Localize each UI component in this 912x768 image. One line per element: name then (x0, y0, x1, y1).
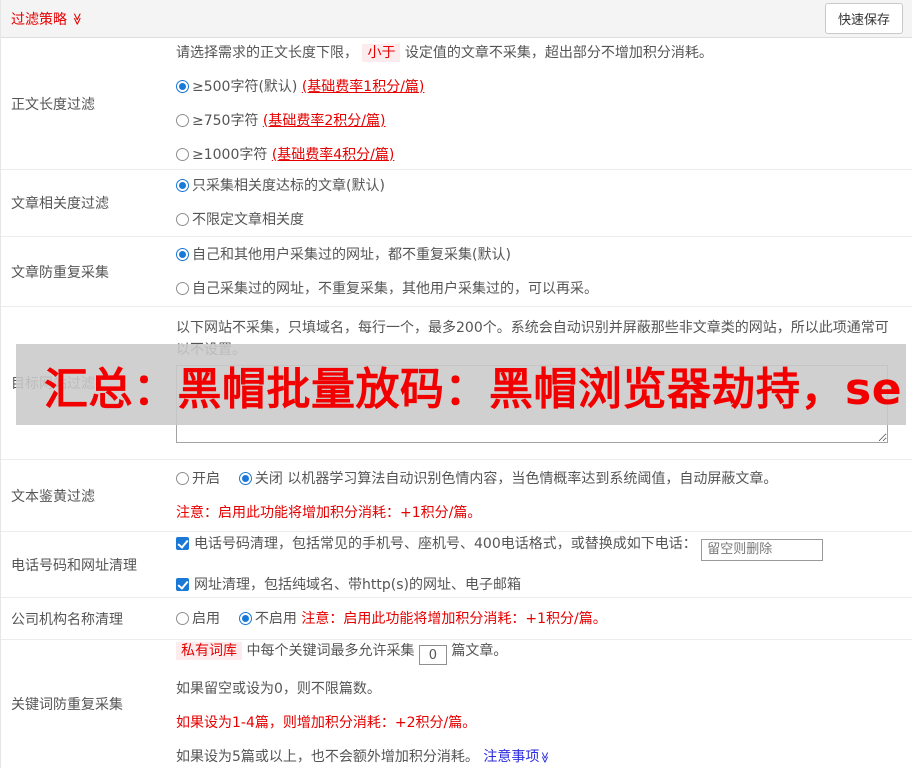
checkbox[interactable] (176, 537, 189, 551)
row-body-length-filter: 正文长度过滤 请选择需求的正文长度下限， 小于 设定值的文章不采集，超出部分不增… (1, 38, 912, 170)
fee-note: (基础费率1积分/篇) (301, 78, 425, 95)
row-label: 关键词防重复采集 (11, 697, 123, 713)
radio-label: 自己采集过的网址，不重复采集，其他用户采集过的，可以再采。 (192, 280, 598, 297)
radio-button[interactable] (176, 281, 189, 295)
keyword-fee-note: 如果设为1-4篇，则增加积分消耗：+2积分/篇。 (176, 715, 477, 732)
overlay-banner: 汇总：黑帽批量放码：黑帽浏览器劫持，se (16, 344, 906, 425)
row-phone-url-clean: 电话号码和网址清理 电话号码清理，包括常见的手机号、座机号、400电话格式，或替… (1, 532, 912, 598)
company-clean-fee-note: 注意：启用此功能将增加积分消耗：+1积分/篇。 (301, 610, 607, 627)
page-title[interactable]: 过滤策略 ≫ (11, 9, 84, 29)
radio-label: ≥1000字符 (192, 146, 268, 163)
row-label: 公司机构名称清理 (11, 611, 123, 628)
dedup-option-global[interactable]: 自己和其他用户采集过的网址，都不重复采集(默认) (176, 245, 902, 265)
chevron-down-icon: ≫ (70, 12, 85, 25)
radio-label: ≥750字符 (192, 112, 259, 129)
topbar: 过滤策略 ≫ 快速保存 (1, 0, 912, 38)
length-option-500[interactable]: ≥500字符(默认) (基础费率1积分/篇) (176, 77, 902, 97)
radio-label: 不启用 (254, 610, 297, 627)
porn-filter-fee-note: 注意：启用此功能将增加积分消耗：+1积分/篇。 (176, 504, 482, 521)
row-porn-filter: 文本鉴黄过滤 开启 关闭 以机器学习算法自动识别色情内容，当色情概率达到系统阈值… (1, 460, 912, 532)
radio-label: 自己和其他用户采集过的网址，都不重复采集(默认) (192, 246, 511, 263)
radio-label: 启用 (192, 610, 220, 627)
replacement-phone-input[interactable] (701, 538, 824, 561)
checkbox-label: 网址清理，包括纯域名、带http(s)的网址、电子邮箱 (194, 576, 521, 593)
row-label: 文章相关度过滤 (11, 196, 109, 212)
relevance-option-strict[interactable]: 只采集相关度达标的文章(默认) (176, 176, 902, 196)
length-option-1000[interactable]: ≥1000字符 (基础费率4积分/篇) (176, 145, 902, 165)
porn-filter-description: 以机器学习算法自动识别色情内容，当色情概率达到系统阈值，自动屏蔽文章。 (287, 470, 778, 487)
radio-label: 关闭 (254, 470, 283, 487)
radio-button[interactable] (176, 471, 189, 485)
keyword-note-zero: 如果留空或设为0，则不限篇数。 (176, 681, 381, 698)
private-lexicon-link[interactable]: 私有词库 (176, 641, 242, 660)
radio-button[interactable] (176, 113, 189, 127)
overlay-banner-text: 汇总：黑帽批量放码：黑帽浏览器劫持，se (44, 363, 903, 415)
phone-clean-option[interactable]: 电话号码清理，包括常见的手机号、座机号、400电话格式，或替换成如下电话： (176, 534, 902, 561)
checkbox[interactable] (176, 577, 189, 591)
quick-save-button[interactable]: 快速保存 (824, 3, 903, 34)
checkbox-label: 电话号码清理，包括常见的手机号、座机号、400电话格式，或替换成如下电话： (194, 536, 697, 553)
length-option-750[interactable]: ≥750字符 (基础费率2积分/篇) (176, 111, 902, 131)
porn-filter-option-on[interactable]: 开启 (176, 471, 220, 487)
less-than-highlight: 小于 (362, 43, 401, 62)
radio-button[interactable] (176, 611, 189, 625)
fee-note: (基础费率2积分/篇) (262, 112, 386, 129)
page-title-text: 过滤策略 (11, 11, 67, 28)
radio-label: 开启 (192, 470, 220, 487)
radio-button[interactable] (176, 179, 189, 192)
company-clean-option-off[interactable]: 不启用 (238, 610, 297, 627)
radio-button[interactable] (176, 247, 189, 261)
keyword-count-input[interactable] (418, 645, 447, 666)
length-filter-description: 请选择需求的正文长度下限， 小于 设定值的文章不采集，超出部分不增加积分消耗。 (176, 43, 713, 62)
radio-button[interactable] (176, 213, 189, 226)
url-clean-option[interactable]: 网址清理，包括纯域名、带http(s)的网址、电子邮箱 (176, 575, 902, 595)
keyword-note-five: 如果设为5篇或以上，也不会额外增加积分消耗。 (176, 749, 479, 766)
fee-note: (基础费率4积分/篇) (271, 146, 395, 163)
chevron-down-icon: ≫ (538, 751, 552, 764)
radio-label: 只采集相关度达标的文章(默认) (192, 178, 385, 194)
keyword-line1-text: 中每个关键词最多允许采集 (246, 642, 415, 659)
radio-button[interactable] (176, 79, 189, 93)
radio-label: ≥500字符(默认) (192, 78, 298, 95)
row-label: 正文长度过滤 (11, 96, 95, 113)
filter-strategy-page: 过滤策略 ≫ 快速保存 正文长度过滤 请选择需求的正文长度下限， 小于 设定值的… (0, 0, 912, 768)
row-company-clean: 公司机构名称清理 启用 不启用 注意：启用此功能将增加积分消耗：+1积分/篇。 (1, 598, 912, 640)
radio-label: 不限定文章相关度 (192, 212, 304, 228)
radio-button[interactable] (176, 147, 189, 161)
row-label: 电话号码和网址清理 (11, 557, 137, 574)
company-clean-option-on[interactable]: 启用 (176, 611, 220, 627)
radio-button[interactable] (238, 611, 252, 625)
row-label: 文本鉴黄过滤 (11, 488, 95, 505)
relevance-option-any[interactable]: 不限定文章相关度 (176, 210, 902, 230)
porn-filter-option-off[interactable]: 关闭 (238, 470, 283, 487)
row-article-dedup: 文章防重复采集 自己和其他用户采集过的网址，都不重复采集(默认) 自己采集过的网… (1, 237, 912, 307)
row-keyword-dedup: 关键词防重复采集 私有词库 中每个关键词最多允许采集 篇文章。 如果留空或设为0… (1, 640, 912, 768)
row-label: 文章防重复采集 (11, 264, 109, 281)
radio-button[interactable] (238, 471, 252, 485)
row-relevance-filter: 文章相关度过滤 只采集相关度达标的文章(默认) 不限定文章相关度 (1, 170, 912, 237)
dedup-option-self[interactable]: 自己采集过的网址，不重复采集，其他用户采集过的，可以再采。 (176, 279, 902, 299)
keyword-line1-end: 篇文章。 (451, 642, 508, 659)
notice-link[interactable]: 注意事项≫ (483, 749, 551, 765)
